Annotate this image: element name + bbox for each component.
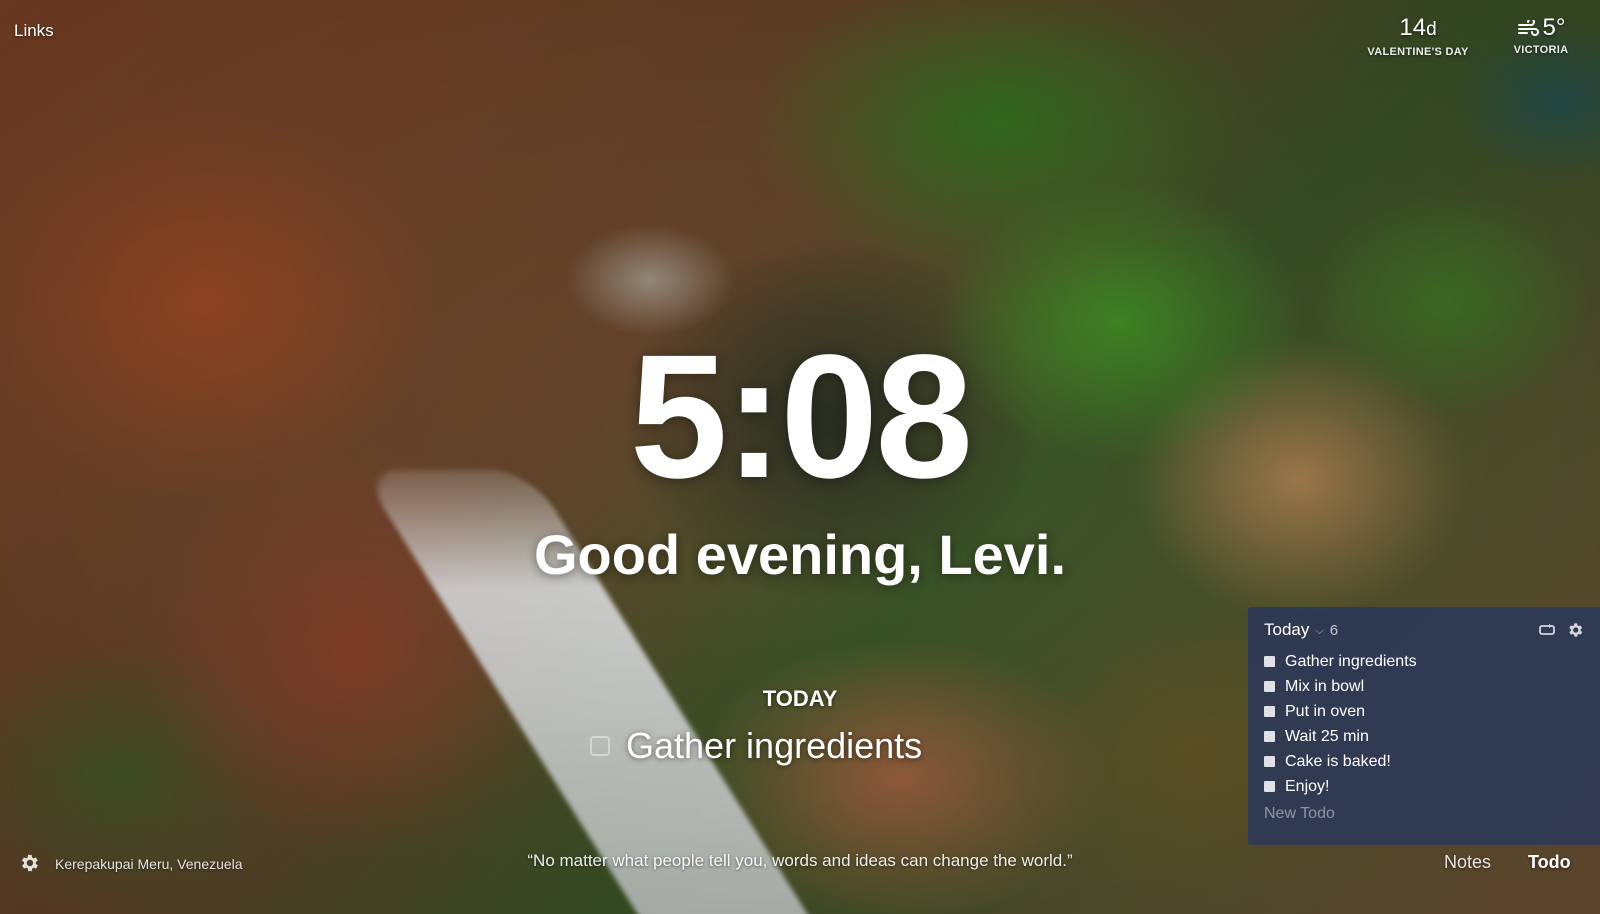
weather-widget[interactable]: 5° VICTORIA bbox=[1498, 14, 1584, 56]
countdown-caption: VALENTINE'S DAY bbox=[1367, 46, 1469, 58]
todo-list-name[interactable]: Today bbox=[1264, 620, 1309, 640]
todo-item[interactable]: Gather ingredients bbox=[1264, 649, 1584, 674]
todo-item-label: Enjoy! bbox=[1285, 777, 1330, 795]
todo-header: Today ⌵ 6 bbox=[1264, 619, 1584, 641]
countdown-widget[interactable]: 14d VALENTINE'S DAY bbox=[1366, 14, 1470, 58]
todo-checkbox[interactable] bbox=[1264, 756, 1275, 767]
todo-item-label: Cake is baked! bbox=[1285, 752, 1391, 770]
todo-checkbox[interactable] bbox=[1264, 781, 1275, 792]
todo-panel: Today ⌵ 6 Gather ingredients Mix in bowl… bbox=[1248, 607, 1600, 845]
repeat-icon[interactable] bbox=[1538, 621, 1556, 639]
gear-icon[interactable] bbox=[1566, 621, 1584, 639]
greeting-message[interactable]: Good evening, Levi. bbox=[0, 522, 1600, 588]
todo-item[interactable]: Cake is baked! bbox=[1264, 749, 1584, 774]
todo-item-label: Put in oven bbox=[1285, 702, 1366, 720]
countdown-value: 14 bbox=[1399, 14, 1427, 41]
focus-item: Gather ingredients bbox=[590, 724, 922, 768]
todo-checkbox[interactable] bbox=[1264, 706, 1275, 717]
new-todo-input[interactable] bbox=[1264, 805, 1564, 823]
weather-location: VICTORIA bbox=[1513, 44, 1569, 56]
todo-button[interactable]: Todo bbox=[1528, 852, 1571, 873]
todo-item[interactable]: Mix in bowl bbox=[1264, 674, 1584, 699]
todo-checkbox[interactable] bbox=[1264, 731, 1275, 742]
todo-item-label: Mix in bowl bbox=[1285, 677, 1365, 695]
momentum-dashboard: Links 14d VALENTINE'S DAY 5° VICTORIA 5:… bbox=[0, 0, 1600, 914]
links-button[interactable]: Links bbox=[14, 21, 54, 41]
focus-task[interactable]: Gather ingredients bbox=[626, 724, 922, 768]
wind-icon bbox=[1517, 17, 1539, 36]
todo-item[interactable]: Put in oven bbox=[1264, 699, 1584, 724]
chevron-down-icon[interactable]: ⌵ bbox=[1315, 625, 1323, 638]
weather-temperature: 5° bbox=[1542, 14, 1566, 41]
clock-time[interactable]: 5:08 bbox=[0, 322, 1600, 512]
todo-checkbox[interactable] bbox=[1264, 681, 1275, 692]
focus-checkbox[interactable] bbox=[590, 736, 610, 756]
countdown-unit: d bbox=[1426, 19, 1437, 40]
notes-button[interactable]: Notes bbox=[1444, 852, 1491, 873]
todo-item-label: Wait 25 min bbox=[1285, 727, 1369, 745]
todo-list: Gather ingredients Mix in bowl Put in ov… bbox=[1264, 649, 1584, 799]
todo-item-label: Gather ingredients bbox=[1285, 652, 1417, 670]
daily-quote[interactable]: “No matter what people tell you, words a… bbox=[0, 851, 1600, 871]
todo-count: 6 bbox=[1329, 621, 1339, 639]
todo-item[interactable]: Enjoy! bbox=[1264, 774, 1584, 799]
todo-checkbox[interactable] bbox=[1264, 656, 1275, 667]
todo-item[interactable]: Wait 25 min bbox=[1264, 724, 1584, 749]
